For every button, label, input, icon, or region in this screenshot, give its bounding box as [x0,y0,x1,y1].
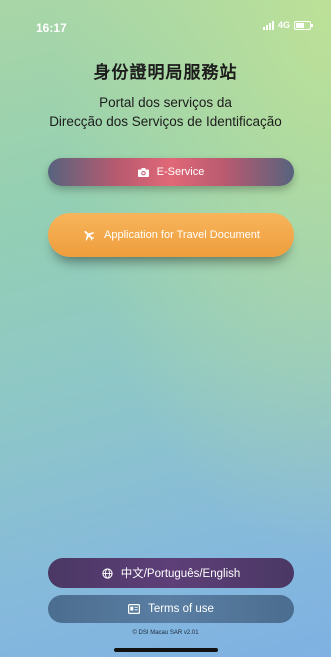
eservice-button-label: E-Service [156,166,205,178]
terms-of-use-label: Terms of use [148,603,214,615]
copyright-version: © DSI Macau SAR v2.01 [132,630,199,636]
travel-document-button-label: Application for Travel Document [104,229,260,241]
page-title-chinese: 身份證明局服務站 [93,63,238,82]
travel-document-button[interactable]: Application for Travel Document [48,213,294,257]
page-title-portuguese: Portal dos serviços da Direcção dos Serv… [0,93,331,131]
page-title-portuguese-line2: Direcção dos Serviços de Identificação [49,114,282,129]
eservice-button[interactable]: E-Service [48,158,294,186]
app-screen: 16:17 4G 身份證明局服務站 Portal dos serviços da… [0,0,331,657]
language-select-button[interactable]: 中文/Português/English [48,558,294,588]
status-time: 16:17 [36,21,67,35]
page-title-portuguese-line1: Portal dos serviços da [99,95,232,110]
id-card-icon [128,604,141,614]
home-indicator[interactable] [113,648,218,652]
globe-icon [102,567,113,579]
airplane-icon [82,228,96,242]
camera-icon [137,167,149,177]
signal-icon [262,20,274,30]
network-label: 4G [277,20,290,30]
language-select-label: 中文/Português/English [120,568,241,580]
status-indicators: 4G [262,20,313,30]
battery-icon [294,20,313,30]
status-bar: 16:17 4G [0,0,331,44]
terms-of-use-button[interactable]: Terms of use [48,595,294,623]
